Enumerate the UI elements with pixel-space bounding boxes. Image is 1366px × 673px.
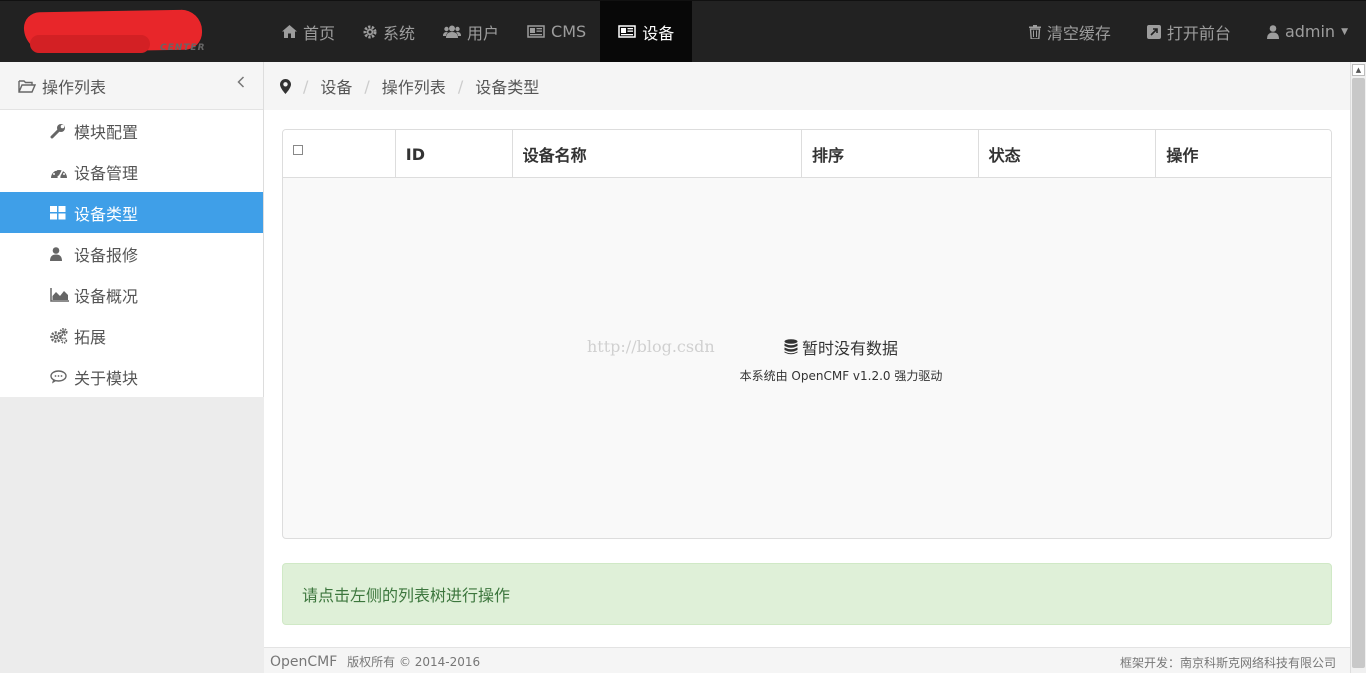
logo-redaction-2 [30,35,150,53]
sidebar-item-module-config[interactable]: 模块配置 [0,110,263,151]
gear-icon [363,25,377,39]
footer-left: OpenCMF 版权所有 © 2014-2016 [270,653,480,670]
footer-brand[interactable]: OpenCMF [270,654,337,670]
comment-icon [50,369,70,384]
map-marker-icon[interactable] [280,78,291,94]
sidebar-header[interactable]: 操作列表 [0,62,263,110]
sidebar-item-device-type[interactable]: 设备类型 [0,192,263,233]
breadcrumb-item-device[interactable]: 设备 [320,74,352,98]
nav-users[interactable]: 用户 [429,1,513,62]
nav-home-label: 首页 [303,23,336,43]
page-scrollbar[interactable]: ▲ [1350,62,1366,673]
nav-device[interactable]: 设备 [600,1,693,62]
powered-by-text: 本系统由 OpenCMF v1.2.0 强力驱动 [739,369,943,383]
main-nav: 首页 系统 用户 CMS 设备 [268,1,693,62]
empty-state: 暂时没有数据 本系统由 OpenCMF v1.2.0 强力驱动 [283,335,1331,384]
nav-home[interactable]: 首页 [268,1,349,62]
column-header-actions: 操作 [1166,146,1199,165]
clear-cache-label: 清空缓存 [1046,23,1111,43]
sidebar-item-label: 拓展 [74,327,107,347]
area-chart-icon [50,287,70,302]
users-icon [443,25,462,38]
info-alert: 请点击左侧的列表树进行操作 [282,563,1332,625]
user-icon [50,246,70,261]
footer-copyright: 版权所有 © 2014-2016 [347,655,481,669]
footer-developer: 框架开发：南京科斯克网络科技有限公司 [1119,656,1336,670]
breadcrumb-separator: / [364,76,370,96]
select-all-cell [283,130,396,178]
breadcrumb-separator: / [457,76,464,96]
scroll-up-arrow-icon[interactable]: ▲ [1352,64,1365,76]
clear-cache-button[interactable]: 清空缓存 [1011,1,1129,62]
empty-message-text: 暂时没有数据 [801,339,898,358]
main-content: / 设备 / 操作列表 / 设备类型 ID 设备名称 排序 状态 操作 http… [264,62,1350,647]
nav-device-label: 设备 [642,23,675,43]
logo-subtext: CENTER [160,43,206,53]
nav-users-label: 用户 [467,23,500,43]
logo[interactable]: CENTER [23,7,214,55]
grid-icon [50,205,70,220]
nav-system-label: 系统 [383,23,416,43]
select-all-checkbox[interactable] [293,145,303,155]
folder-open-icon [18,79,36,93]
gears-icon [50,327,70,344]
nav-cms-label: CMS [551,22,587,41]
dashboard-icon [50,165,70,179]
breadcrumb-separator: / [303,76,309,96]
sidebar: 操作列表 模块配置 设备管理 设备类型 设备报修 设备概况 拓展 关于模块 [0,62,264,397]
external-link-icon [1146,24,1161,39]
sidebar-item-label: 设备类型 [74,204,139,224]
database-icon [784,339,798,355]
sidebar-item-label: 设备报修 [74,245,139,265]
nav-system[interactable]: 系统 [349,1,429,62]
breadcrumb-item-operation-list[interactable]: 操作列表 [382,74,446,98]
sidebar-item-extension[interactable]: 拓展 [0,315,263,356]
sidebar-item-device-overview[interactable]: 设备概况 [0,274,263,315]
sidebar-title: 操作列表 [42,77,107,97]
sidebar-item-label: 设备管理 [74,163,139,183]
sidebar-item-about-module[interactable]: 关于模块 [0,356,263,397]
chevron-left-icon[interactable] [237,76,245,88]
column-header-status[interactable]: 状态 [979,130,1157,178]
open-frontend-label: 打开前台 [1166,23,1231,43]
admin-user-menu[interactable]: admin ▼ [1249,1,1366,62]
user-icon [1266,24,1279,39]
sidebar-item-label: 关于模块 [74,368,139,388]
trash-icon [1028,24,1041,39]
home-icon [282,25,297,38]
wrench-icon [50,123,70,139]
scrollbar-thumb[interactable] [1352,78,1365,668]
admin-label: admin [1284,22,1336,41]
newspaper-icon [618,25,636,38]
column-header-id[interactable]: ID [396,130,513,178]
caret-down-icon: ▼ [1341,26,1348,37]
table-header: ID 设备名称 排序 状态 操作 [283,130,1331,178]
sidebar-item-label: 设备概况 [74,286,139,306]
newspaper-icon [527,25,545,38]
open-frontend-button[interactable]: 打开前台 [1129,1,1249,62]
nav-cms[interactable]: CMS [513,1,600,62]
column-header-name[interactable]: 设备名称 [513,130,803,178]
device-type-table: ID 设备名称 排序 状态 操作 http://blog.csdn 暂时没有数据… [282,129,1332,539]
column-header-sort[interactable]: 排序 [802,130,979,178]
empty-message: 暂时没有数据 [349,335,1331,359]
breadcrumb: / 设备 / 操作列表 / 设备类型 [264,62,1350,110]
footer: OpenCMF 版权所有 © 2014-2016 框架开发：南京科斯克网络科技有… [264,647,1350,673]
breadcrumb-item-device-type: 设备类型 [475,78,540,97]
top-navbar: CENTER 首页 系统 用户 CMS 设备 清空缓存 打开前台 admin ▼ [0,0,1366,62]
nav-right: 清空缓存 打开前台 admin ▼ [1011,1,1366,62]
sidebar-item-device-management[interactable]: 设备管理 [0,151,263,192]
sidebar-item-device-repair[interactable]: 设备报修 [0,233,263,274]
sidebar-item-label: 模块配置 [74,122,139,142]
